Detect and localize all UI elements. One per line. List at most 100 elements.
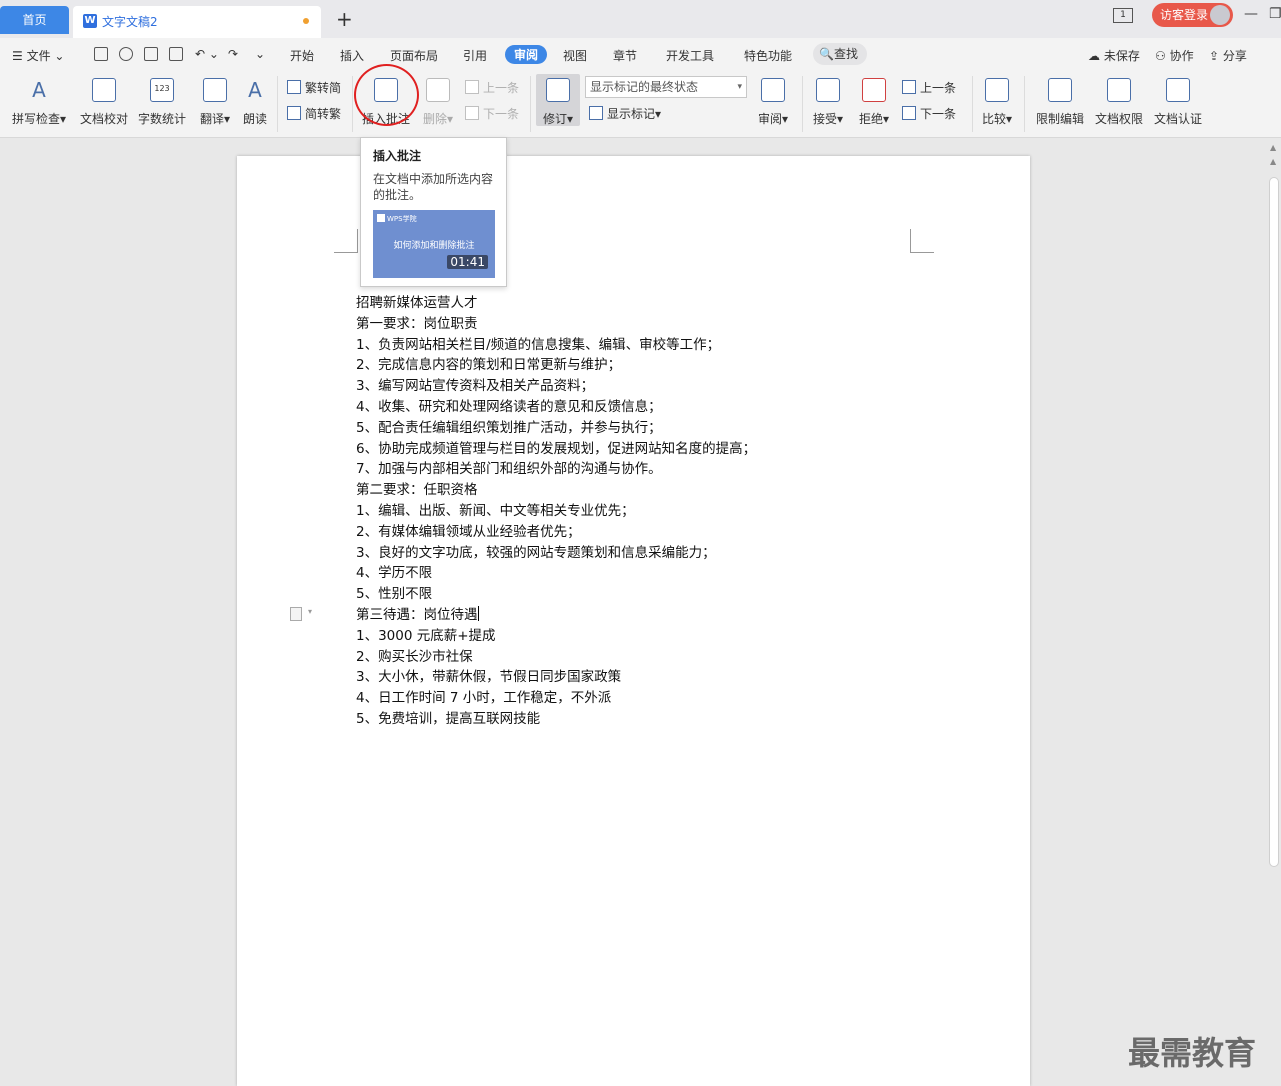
doc-line: 6、协助完成频道管理与栏目的发展规划，促进网站知名度的提高； [356,440,757,457]
more-icon[interactable]: ⌄ [255,47,265,61]
print-icon[interactable] [144,47,158,61]
menu-reference[interactable]: 引用 [463,47,487,64]
word-count-button[interactable]: 123 字数统计 [136,78,188,127]
doc-cert-button[interactable]: 文档认证 [1152,78,1204,127]
chevron-down-icon[interactable]: ▾ [308,607,312,616]
tab-home[interactable]: 首页 [0,6,69,34]
ribbon-separator [352,76,353,132]
scrollbar-thumb[interactable] [1269,177,1279,867]
menu-page-layout[interactable]: 页面布局 [390,47,438,64]
doc-line: 第二要求：任职资格 [356,482,478,499]
doc-line: 4、收集、研究和处理网络读者的意见和反馈信息； [356,398,662,415]
doc-line: 3、大小休，带薪休假，节假日同步国家政策 [356,669,622,686]
watermark: 最需教育 [1128,1034,1257,1072]
tab-document-title: 文字文稿2 [102,15,158,29]
menu-start[interactable]: 开始 [290,47,314,64]
delete-comment-button[interactable]: 删除▾ [420,78,456,127]
doc-line: 招聘新媒体运营人才 [356,295,478,311]
doc-line: 5、免费培训，提高互联网技能 [356,710,541,727]
review-pane-icon [761,78,785,102]
ribbon-separator [972,76,973,132]
restore-icon[interactable]: ❐ [1269,6,1281,22]
tooltip-description: 在文档中添加所选内容的批注。 [373,172,494,202]
unsaved-dot-icon [303,18,309,24]
doc-line: 5、性别不限 [356,586,433,603]
doc-rights-button[interactable]: 文档权限 [1093,78,1145,127]
translate-button[interactable]: 翻译▾ [194,78,236,127]
track-changes-button[interactable]: 修订▾ [536,78,580,127]
share-icon: ⇪ [1209,49,1220,63]
writer-doc-icon: W [83,14,97,28]
markup-state-select[interactable]: 显示标记的最终状态 ▾ [585,76,747,98]
login-button[interactable]: 访客登录 [1152,3,1233,27]
document-body[interactable]: 招聘新媒体运营人才 第一要求：岗位职责 1、负责网站相关栏目/频道的信息搜集、编… [356,293,756,730]
next-change-button[interactable]: 下一条 [902,105,956,122]
show-markup-button[interactable]: 显示标记▾ [589,105,661,122]
doc-proof-button[interactable]: 文档校对 [78,78,130,127]
prev-change-button[interactable]: 上一条 [902,79,956,96]
collab-button[interactable]: ⚇ 协作 [1155,47,1194,64]
review-pane-button[interactable]: 审阅▾ [754,78,792,127]
print-preview-icon[interactable] [169,47,183,61]
tab-document[interactable]: W 文字文稿2 [73,6,321,38]
next-comment-button[interactable]: 下一条 [465,105,519,122]
menu-features[interactable]: 特色功能 [744,47,792,64]
paragraph-icon[interactable] [290,607,302,621]
reject-icon [862,78,886,102]
doc-line: 2、完成信息内容的策划和日常更新与维护； [356,357,622,374]
doc-line: 3、编写网站宣传资料及相关产品资料； [356,378,595,395]
menu-insert[interactable]: 插入 [340,47,364,64]
scroll-up-icon[interactable]: ▲ [1270,157,1276,166]
search-button[interactable]: 🔍查找 [813,43,867,65]
text-caret [477,605,479,621]
prev-comment-button[interactable]: 上一条 [465,79,519,96]
simp-to-trad-button[interactable]: 简转繁 [287,105,341,122]
video-duration: 01:41 [447,255,488,269]
restrict-edit-icon [1048,78,1072,102]
read-aloud-button[interactable]: A 朗读 [240,78,270,127]
scroll-up-icon[interactable]: ▲ [1270,143,1276,152]
crop-mark [910,229,934,253]
vertical-scrollbar[interactable]: ▲ ▲ [1267,139,1281,1086]
next-comment-icon [465,106,479,120]
reject-button[interactable]: 拒绝▾ [856,78,892,127]
menu-bar: ☰ 文件 ⌄ ↶ ⌄ ↷ ⌄ 开始 插入 页面布局 引用 审阅 视图 章节 开发… [0,38,1281,70]
search-icon: 🔍 [819,47,834,61]
simp-trad-icon [287,106,301,120]
track-changes-icon [546,78,570,102]
new-tab-button[interactable]: + [336,9,353,29]
doc-line: 1、编辑、出版、新闻、中文等相关专业优先； [356,502,635,519]
login-label: 访客登录 [1160,8,1209,22]
compare-button[interactable]: 比较▾ [978,78,1016,127]
prev-comment-icon [465,80,479,94]
menu-developer[interactable]: 开发工具 [666,47,714,64]
doc-cert-icon [1166,78,1190,102]
tab-bar: 首页 W 文字文稿2 + 1 访客登录 — ❐ [0,0,1281,38]
tutorial-video-thumbnail[interactable]: WPS学院 如何添加和删除批注 01:41 [373,210,495,278]
menu-section[interactable]: 章节 [613,47,637,64]
menu-view[interactable]: 视图 [563,47,587,64]
trad-to-simp-button[interactable]: 繁转简 [287,79,341,96]
menu-review[interactable]: 审阅 [505,45,548,64]
accept-icon [816,78,840,102]
save-icon[interactable] [94,47,108,61]
doc-line: 2、购买长沙市社保 [356,648,473,665]
format-painter-icon[interactable] [119,47,133,61]
redo-icon[interactable]: ↷ [228,47,238,61]
accept-button[interactable]: 接受▾ [810,78,846,127]
chevron-down-icon: ▾ [737,82,742,92]
doc-rights-icon [1107,78,1131,102]
page-indicator-icon[interactable]: 1 [1113,8,1133,23]
unsaved-status[interactable]: ☁ 未保存 [1088,47,1140,64]
restrict-edit-button[interactable]: 限制编辑 [1034,78,1086,127]
spell-check-button[interactable]: A 拼写检查▾ [10,78,68,127]
share-button[interactable]: ⇪ 分享 [1209,47,1247,64]
doc-line-with-caret: 第三待遇：岗位待遇 [356,605,479,623]
undo-icon[interactable]: ↶ ⌄ [195,47,219,61]
read-aloud-icon: A [248,78,262,102]
doc-line: 1、3000 元底薪+提成 [356,627,496,644]
file-menu[interactable]: ☰ 文件 ⌄ [12,47,64,64]
delete-comment-icon [426,78,450,102]
ribbon-separator [277,76,278,132]
minimize-icon[interactable]: — [1244,6,1258,22]
